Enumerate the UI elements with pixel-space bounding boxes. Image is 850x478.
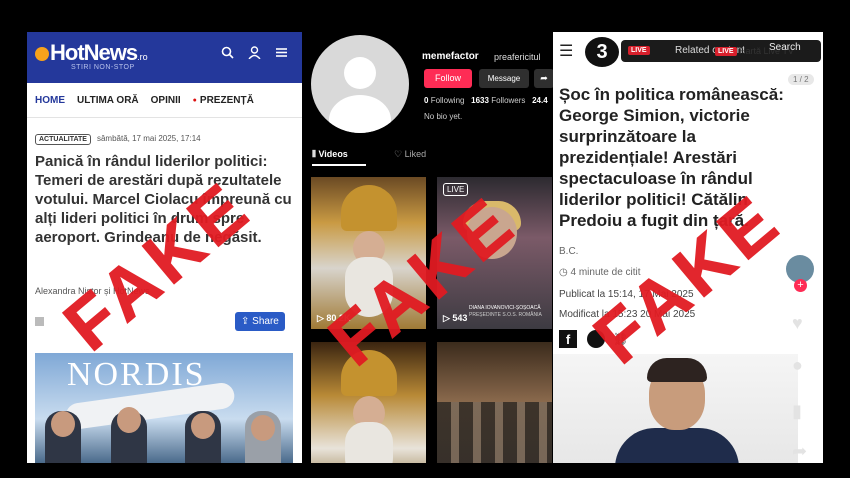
person-head — [117, 407, 141, 433]
channel-logo[interactable]: 3 — [585, 37, 619, 67]
person-head — [51, 411, 75, 437]
mitre-shape — [341, 185, 397, 231]
caption-role: PREȘEDINTE S.O.S. ROMÂNIA — [469, 312, 542, 318]
plus-icon[interactable]: + — [794, 279, 807, 292]
profile-avatar[interactable] — [311, 35, 409, 133]
avatar-head — [344, 57, 376, 89]
profile-display-name: preafericitul — [494, 52, 541, 62]
video-thumbnail[interactable] — [311, 342, 426, 463]
tiktok-side-actions: + ♥ ● ▮ ➦ — [786, 255, 816, 463]
read-time-label: 4 minute de citit — [570, 267, 641, 278]
logo-dot-icon — [35, 47, 49, 61]
followers-count: 1633 — [471, 96, 489, 105]
clock-icon: ◷ — [559, 267, 571, 278]
heart-icon[interactable]: ♥ — [792, 313, 803, 334]
read-time: ◷ 4 minute de citit — [559, 267, 641, 278]
profile-stats: 0 Following 1633 Followers 24.4 — [424, 96, 548, 105]
tab-videos-label: Videos — [318, 149, 348, 159]
tiktok-screenshot: memefactor preafericitul Follow Message … — [304, 32, 554, 463]
view-count: ▷ 80.2K — [317, 313, 350, 324]
facebook-icon[interactable]: f — [559, 330, 577, 348]
mitre-shape — [341, 350, 397, 396]
nav-prezenta[interactable]: PREZENȚĂ — [193, 95, 254, 106]
following-count: 0 — [424, 96, 429, 105]
avatar-body — [329, 95, 391, 133]
share-icon[interactable]: ➦ — [534, 69, 554, 88]
share-button[interactable]: ⇪ Share — [235, 312, 285, 331]
article-headline: Șoc în politica românească: George Simio… — [559, 85, 784, 230]
user-icon[interactable] — [248, 46, 261, 63]
profile-username: memefactor — [422, 51, 479, 62]
play-icon: ▷ — [317, 313, 327, 323]
article-date: sâmbătă, 17 mai 2025, 17:14 — [96, 134, 201, 143]
article-image: NORDIS — [35, 353, 293, 463]
likes-count: 24.4 — [532, 96, 548, 105]
map-label: Hartă — [739, 46, 762, 56]
heart-icon: ♡ — [394, 149, 405, 159]
comment-icon[interactable]: ● — [792, 355, 803, 376]
view-count-value: 543 — [452, 313, 468, 323]
person-head — [191, 413, 215, 439]
search-label[interactable]: Search — [769, 42, 801, 53]
hair-shape — [647, 358, 707, 382]
crowd-shape — [437, 402, 552, 463]
nav-home[interactable]: HOME — [35, 95, 65, 106]
link-icon[interactable]: ⛓ — [613, 332, 628, 346]
message-button[interactable]: Message — [479, 69, 529, 88]
suit-shape — [615, 428, 739, 463]
hotnews-nav: HOME ULTIMA ORĂ OPINII PREZENȚĂ — [27, 83, 302, 118]
view-count-value: 80.2K — [326, 313, 351, 323]
share-icon[interactable]: ➦ — [792, 441, 807, 462]
article-topbar: ☰ Related content 3 LIVE LIVE Hartă Live… — [553, 32, 823, 70]
hotnews-header: HotNews.ro STIRI NON-STOP — [27, 32, 302, 83]
hotnews-logo[interactable]: HotNews.ro — [35, 40, 148, 66]
follow-button[interactable]: Follow — [424, 69, 472, 88]
nav-opinii[interactable]: OPINII — [151, 95, 181, 106]
menu-icon[interactable]: ☰ — [559, 41, 573, 61]
logo-suffix: .ro — [137, 52, 148, 62]
profile-tabs: ⦀ Videos ♡ Liked — [304, 146, 554, 168]
face-shape — [467, 207, 517, 259]
whatsapp-icon[interactable] — [587, 330, 605, 348]
header-icons — [221, 46, 288, 63]
share-icon: ⇪ — [241, 316, 253, 327]
following-label: Following — [430, 96, 465, 105]
article-author: Alexandra Nistor și HotNews — [35, 286, 150, 296]
search-icon[interactable] — [221, 46, 234, 63]
article-author: B.C. — [559, 246, 579, 257]
live-badge: LIVE — [443, 183, 469, 196]
category-badge[interactable]: ACTUALITATE — [35, 134, 91, 145]
live-badge[interactable]: LIVE — [715, 47, 737, 56]
beard-shape — [345, 422, 393, 463]
video-thumbnail[interactable]: LIVE DIANA IOVANOVICI-ȘOȘOACĂ PREȘEDINTE… — [437, 177, 552, 329]
tagline: STIRI NON-STOP — [71, 64, 135, 71]
menu-icon[interactable] — [275, 46, 288, 63]
article-headline: Panică în rândul liderilor politici: Tem… — [35, 153, 292, 246]
live-badge[interactable]: LIVE — [628, 46, 650, 55]
tab-liked-label: Liked — [404, 149, 427, 159]
logo-text: HotNews — [50, 40, 138, 65]
caption-name: DIANA IOVANOVICI-ȘOȘOACĂ — [469, 305, 541, 311]
hotnews-screenshot: HotNews.ro STIRI NON-STOP HOME ULTIMA OR… — [27, 32, 302, 463]
person-head — [251, 415, 275, 441]
nav-ultima-ora[interactable]: ULTIMA ORĂ — [77, 95, 139, 106]
followers-label: Followers — [491, 96, 526, 105]
beard-shape — [345, 257, 393, 317]
tab-liked[interactable]: ♡ Liked — [394, 149, 426, 160]
share-label: Share — [252, 316, 279, 327]
play-icon: ▷ — [443, 313, 453, 323]
view-count: ▷ 543 — [443, 313, 467, 324]
article-meta: ACTUALITATE sâmbătă, 17 mai 2025, 17:14 — [35, 134, 201, 145]
bookmark-icon[interactable] — [35, 317, 44, 326]
published-date: Publicat la 15:14, 17 Mai 2025 — [559, 289, 694, 300]
video-thumbnail[interactable] — [437, 342, 552, 463]
modified-date: Modificat la 15:23 20 Mai 2025 — [559, 309, 696, 320]
video-thumbnail[interactable]: ▷ 80.2K — [311, 177, 426, 329]
bookmark-icon[interactable]: ▮ — [792, 401, 802, 422]
tab-videos[interactable]: ⦀ Videos — [312, 149, 366, 166]
article-photo — [553, 354, 798, 463]
profile-bio: No bio yet. — [424, 112, 463, 121]
article-screenshot: ☰ Related content 3 LIVE LIVE Hartă Live… — [553, 32, 823, 463]
